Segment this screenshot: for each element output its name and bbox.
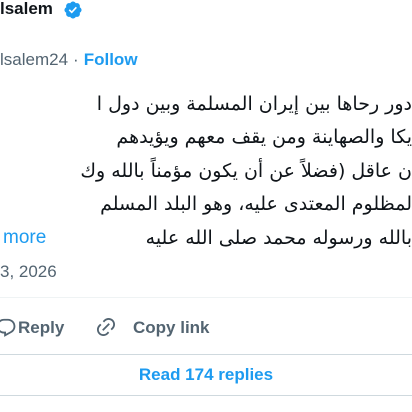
- divider: [0, 297, 412, 298]
- author-handle[interactable]: lsalem24: [0, 50, 68, 69]
- read-replies-button[interactable]: Read 174 replies: [0, 354, 412, 396]
- separator-dot: ·: [73, 50, 79, 69]
- tweet-text-line: لمظلوم المعتدى عليه، وهو البلد المسلم: [100, 193, 412, 215]
- tweet-text-line: بالله ورسوله محمد صلى الله عليه: [145, 227, 412, 249]
- author-name[interactable]: lsalem: [0, 0, 53, 19]
- tweet-detail: lsalem lsalem24 · Follow دور رحاها بين إير…: [0, 0, 412, 412]
- tweet-text-line: دور رحاها بين إيران المسلمة وبين دول ا: [96, 93, 412, 115]
- verified-badge-icon: [63, 0, 83, 20]
- tweet-date[interactable]: 3, 2026: [0, 261, 57, 283]
- follow-button[interactable]: Follow: [84, 50, 138, 69]
- show-more-link[interactable]: more: [3, 222, 46, 254]
- tweet-text-line: ن عاقل (فضلاً عن أن يكون مؤمناً بالله وك: [80, 160, 412, 182]
- link-icon[interactable]: [95, 316, 117, 338]
- reply-button[interactable]: Reply: [18, 316, 64, 340]
- tweet-text-line: يكا والصهاينة ومن يقف معهم ويؤيدهم: [116, 126, 412, 148]
- reply-icon[interactable]: [0, 317, 17, 339]
- copy-link-button[interactable]: Copy link: [133, 316, 210, 340]
- handle-row: lsalem24 · Follow: [0, 49, 138, 71]
